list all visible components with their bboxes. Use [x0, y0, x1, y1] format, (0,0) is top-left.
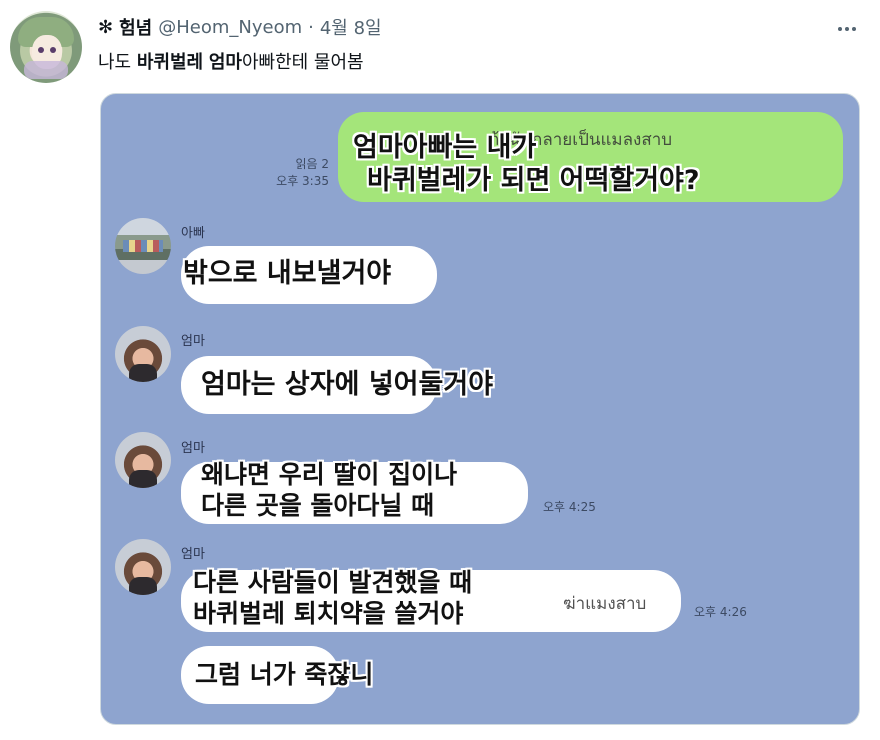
mom-sender-name: 엄마: [181, 334, 205, 349]
user-avatar[interactable]: [10, 11, 82, 83]
flower-icon: ✻: [98, 16, 114, 38]
mom-caption-2: 왜냐면 우리 딸이 집이나 다른 곳을 돌아다닐 때: [201, 460, 458, 520]
dad-sender-name: 아빠: [181, 226, 205, 241]
outgoing-caption: 엄마아빠는 내가 바퀴벌레가 되면 어떡할거야?: [353, 132, 700, 196]
tweet-text: 나도 바퀴벌레 엄마아빠한테 물어봄: [98, 52, 364, 73]
mom-caption-1: 엄마는 상자에 넣어둘거야: [201, 369, 494, 400]
dad-profile-picture[interactable]: [115, 218, 171, 274]
mom-profile-picture[interactable]: [115, 539, 171, 595]
mom-sender-name: 엄마: [181, 547, 205, 562]
mom-sender-name: 엄마: [181, 441, 205, 456]
tweet-media-image[interactable]: ถ้าฉันกลายเป็นแมลงสาบ 엄마아빠는 내가 바퀴벌레가 되면 …: [100, 93, 860, 725]
display-name[interactable]: 험념: [119, 14, 152, 40]
outgoing-read-status: 읽음 2 오후 3:35: [276, 157, 329, 188]
mom-thai-text: ฆ่าแมงสาบ: [563, 594, 647, 614]
mom-profile-picture[interactable]: [115, 326, 171, 382]
mom-message-time-2: 오후 4:26: [694, 605, 747, 619]
mom-caption-4: 그럼 너가 죽잖니: [195, 660, 374, 689]
mom-profile-picture[interactable]: [115, 432, 171, 488]
more-icon: [838, 27, 842, 31]
more-options-button[interactable]: [832, 14, 862, 44]
mom-caption-3: 다른 사람들이 발견했을 때 바퀴벌레 퇴치약을 쓸거야: [193, 568, 473, 628]
tweet-header: ✻ 험념 @Heom_Nyeom · 4월 8일: [98, 14, 382, 40]
separator-dot: ·: [308, 16, 314, 38]
dad-caption: 밖으로 내보낼거야: [183, 258, 392, 289]
tweet-date[interactable]: 4월 8일: [320, 14, 382, 40]
mom-message-time-1: 오후 4:25: [543, 500, 596, 514]
user-handle[interactable]: @Heom_Nyeom: [158, 17, 302, 38]
